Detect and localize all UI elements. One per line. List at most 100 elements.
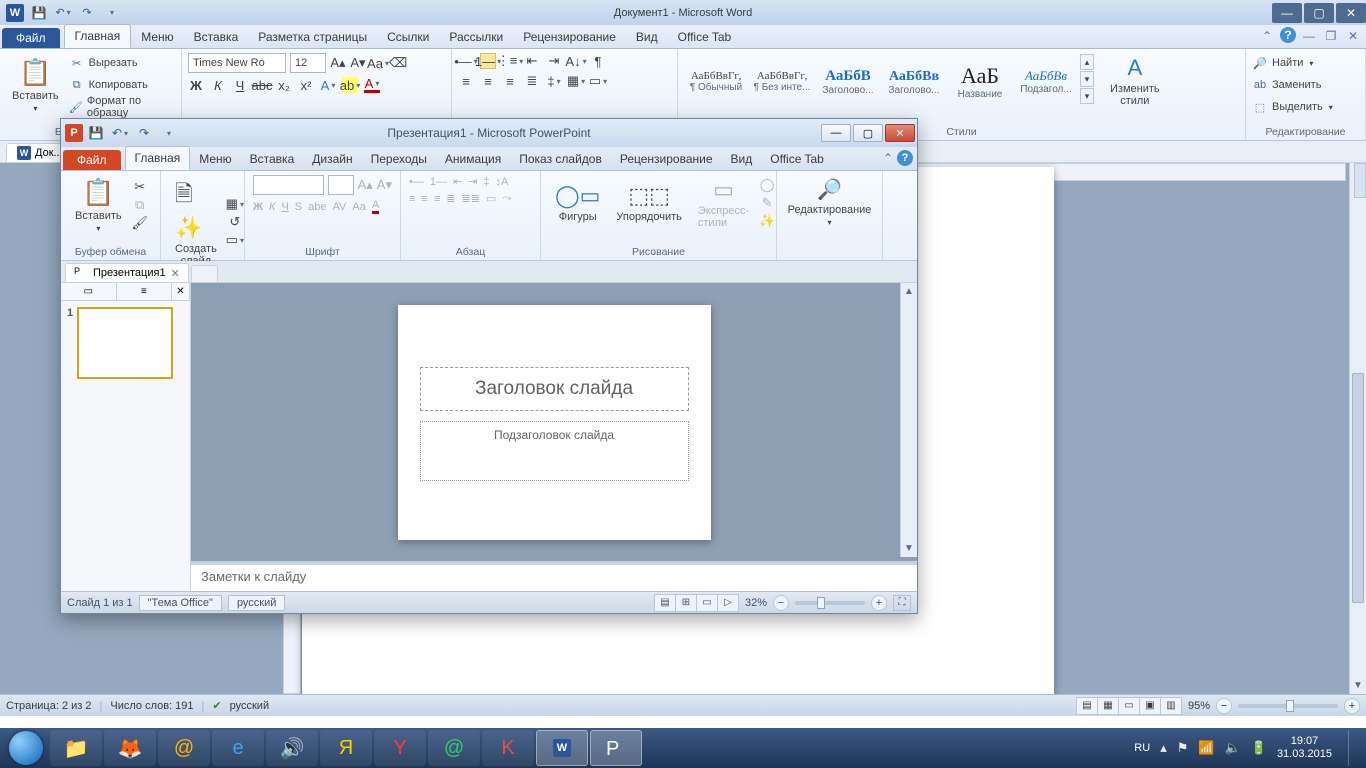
maximize-icon[interactable]: ▢ — [1304, 3, 1334, 23]
thumbs-outline-tab[interactable]: ≡ — [117, 283, 173, 300]
bullets-icon[interactable]: •― — [458, 53, 474, 69]
zoom-out-icon[interactable]: − — [1216, 698, 1232, 714]
indent-inc-icon[interactable]: ⇥ — [546, 53, 562, 69]
pp-minimize-icon[interactable]: — — [821, 124, 851, 142]
tray-battery-icon[interactable]: 🔋 — [1251, 740, 1267, 756]
pp-tab-office[interactable]: Office Tab — [761, 148, 833, 170]
thumbs-slides-tab[interactable]: ▭ — [61, 283, 117, 300]
numbering-icon[interactable]: 1― — [480, 53, 496, 69]
pp-scrollbar[interactable]: ▲▼ — [900, 283, 917, 557]
pp-close-icon[interactable]: ✕ — [885, 124, 915, 142]
slide-thumb-1[interactable]: 1 — [61, 301, 190, 385]
pp-status-lang[interactable]: русский — [228, 595, 285, 611]
text-effects-icon[interactable]: A — [320, 77, 336, 93]
status-language[interactable]: русский — [230, 700, 269, 712]
pp-zoom-in-icon[interactable]: + — [871, 595, 887, 611]
tab-review[interactable]: Рецензирование — [513, 26, 626, 48]
bold-icon[interactable]: Ж — [188, 77, 204, 93]
pp-status-theme[interactable]: "Тема Office" — [139, 595, 222, 611]
tab-file[interactable]: Файл — [2, 28, 60, 48]
pp-cut-icon[interactable]: ✂ — [132, 179, 148, 195]
change-styles-button[interactable]: A Изменить стили — [1104, 53, 1166, 109]
justify-icon[interactable]: ≣ — [524, 73, 540, 89]
pp-status-slide[interactable]: Слайд 1 из 1 — [67, 597, 133, 609]
pp-tab-menu[interactable]: Меню — [190, 148, 240, 170]
sort-icon[interactable]: A↓ — [568, 53, 584, 69]
task-mail[interactable]: @ — [158, 730, 210, 766]
pp-tab-review[interactable]: Рецензирование — [611, 148, 722, 170]
title-placeholder[interactable]: Заголовок слайда — [420, 367, 689, 411]
indent-dec-icon[interactable]: ⇤ — [524, 53, 540, 69]
word-scrollbar[interactable]: ▲ ▼ — [1349, 163, 1366, 694]
pp-paste-button[interactable]: 📋Вставить▾ — [69, 175, 128, 235]
find-button[interactable]: 🔎Найти▾ — [1252, 53, 1359, 73]
task-at[interactable]: @ — [428, 730, 480, 766]
pp-help-icon[interactable]: ? — [897, 150, 913, 166]
task-ie[interactable]: e — [212, 730, 264, 766]
tab-menu[interactable]: Меню — [131, 26, 183, 48]
grow-font-icon[interactable]: A▴ — [330, 55, 346, 71]
tray-sound-icon[interactable]: 🔈 — [1225, 740, 1241, 756]
side-panel-toggle[interactable] — [1354, 163, 1366, 198]
view-buttons[interactable]: ▤▦▭▣▥ — [1077, 697, 1182, 715]
font-name-combo[interactable]: Times New Ro — [188, 53, 286, 73]
pp-tab-trans[interactable]: Переходы — [362, 148, 436, 170]
qat-more-icon[interactable] — [100, 3, 122, 23]
change-case-icon[interactable]: Aa — [370, 55, 386, 71]
font-color-icon[interactable]: A — [364, 77, 380, 93]
tray-lang[interactable]: RU — [1134, 742, 1150, 754]
tab-insert[interactable]: Вставка — [184, 26, 249, 48]
pp-tab-insert[interactable]: Вставка — [241, 148, 304, 170]
tray-up-icon[interactable]: ▴ — [1160, 740, 1167, 756]
undo-icon[interactable] — [52, 3, 74, 23]
notes-pane[interactable]: Заметки к слайду — [191, 561, 917, 591]
status-words[interactable]: Число слов: 191 — [110, 700, 193, 712]
close-icon[interactable]: ✕ — [1336, 3, 1366, 23]
pp-editing-button[interactable]: 🔎Редактирование▾ — [785, 175, 874, 229]
start-button[interactable] — [4, 730, 48, 766]
pp-tab-design[interactable]: Дизайн — [303, 148, 361, 170]
pp-tab-anim[interactable]: Анимация — [436, 148, 510, 170]
format-painter-button[interactable]: 🖌Формат по образцу — [69, 97, 175, 117]
pp-tab-view[interactable]: Вид — [722, 148, 762, 170]
pp-redo-icon[interactable] — [133, 123, 155, 143]
tab-home[interactable]: Главная — [64, 24, 132, 48]
tab-view[interactable]: Вид — [626, 26, 668, 48]
tray-clock[interactable]: 19:0731.03.2015 — [1277, 735, 1332, 760]
paste-button[interactable]: 📋 Вставить ▾ — [6, 55, 65, 115]
minimize-icon[interactable]: — — [1272, 3, 1302, 23]
arrange-button[interactable]: ⬚⬚Упорядочить — [610, 181, 687, 225]
strike-icon[interactable]: abc — [254, 77, 270, 93]
zoom-in-icon[interactable]: + — [1344, 698, 1360, 714]
shapes-button[interactable]: ◯▭Фигуры — [549, 181, 606, 225]
tray-flag-icon[interactable]: ⚑ — [1177, 740, 1189, 756]
task-firefox[interactable]: 🦊 — [104, 730, 156, 766]
pp-qat-more-icon[interactable] — [157, 123, 179, 143]
section-icon[interactable]: ▭ — [227, 232, 243, 248]
task-word[interactable]: W — [536, 730, 588, 766]
styles-scroll[interactable]: ▴▾▾ — [1080, 54, 1094, 104]
proofing-icon[interactable]: ✔ — [212, 699, 221, 712]
underline-icon[interactable]: Ч — [232, 77, 248, 93]
task-sound[interactable]: 🔊 — [266, 730, 318, 766]
ribbon-collapse-icon[interactable]: ⌃ — [1258, 27, 1276, 45]
cut-button[interactable]: ✂Вырезать — [69, 53, 175, 73]
pp-tab-show[interactable]: Показ слайдов — [510, 148, 611, 170]
reset-icon[interactable]: ↺ — [227, 214, 243, 230]
layout-icon[interactable]: ▦ — [227, 196, 243, 212]
tab-office[interactable]: Office Tab — [668, 26, 742, 48]
pp-zoom-value[interactable]: 32% — [745, 597, 767, 609]
pp-view-buttons[interactable]: ▤⊞▭▷ — [655, 594, 739, 612]
save-icon[interactable] — [28, 3, 50, 23]
subtitle-placeholder[interactable]: Подзаголовок слайда — [420, 421, 689, 481]
styles-gallery[interactable]: АаБбВвГг,¶ Обычный АаБбВвГг,¶ Без инте..… — [684, 54, 1094, 108]
window-minimize-icon[interactable]: — — [1300, 27, 1318, 45]
select-button[interactable]: ⬚Выделить▾ — [1252, 97, 1359, 117]
tab-refs[interactable]: Ссылки — [377, 26, 439, 48]
scroll-down-icon[interactable]: ▼ — [1350, 677, 1366, 694]
align-left-icon[interactable]: ≡ — [458, 73, 474, 89]
show-marks-icon[interactable]: ¶ — [590, 53, 606, 69]
scroll-thumb[interactable] — [1352, 373, 1364, 603]
task-powerpoint[interactable]: P — [590, 730, 642, 766]
subscript-icon[interactable]: x₂ — [276, 77, 292, 93]
